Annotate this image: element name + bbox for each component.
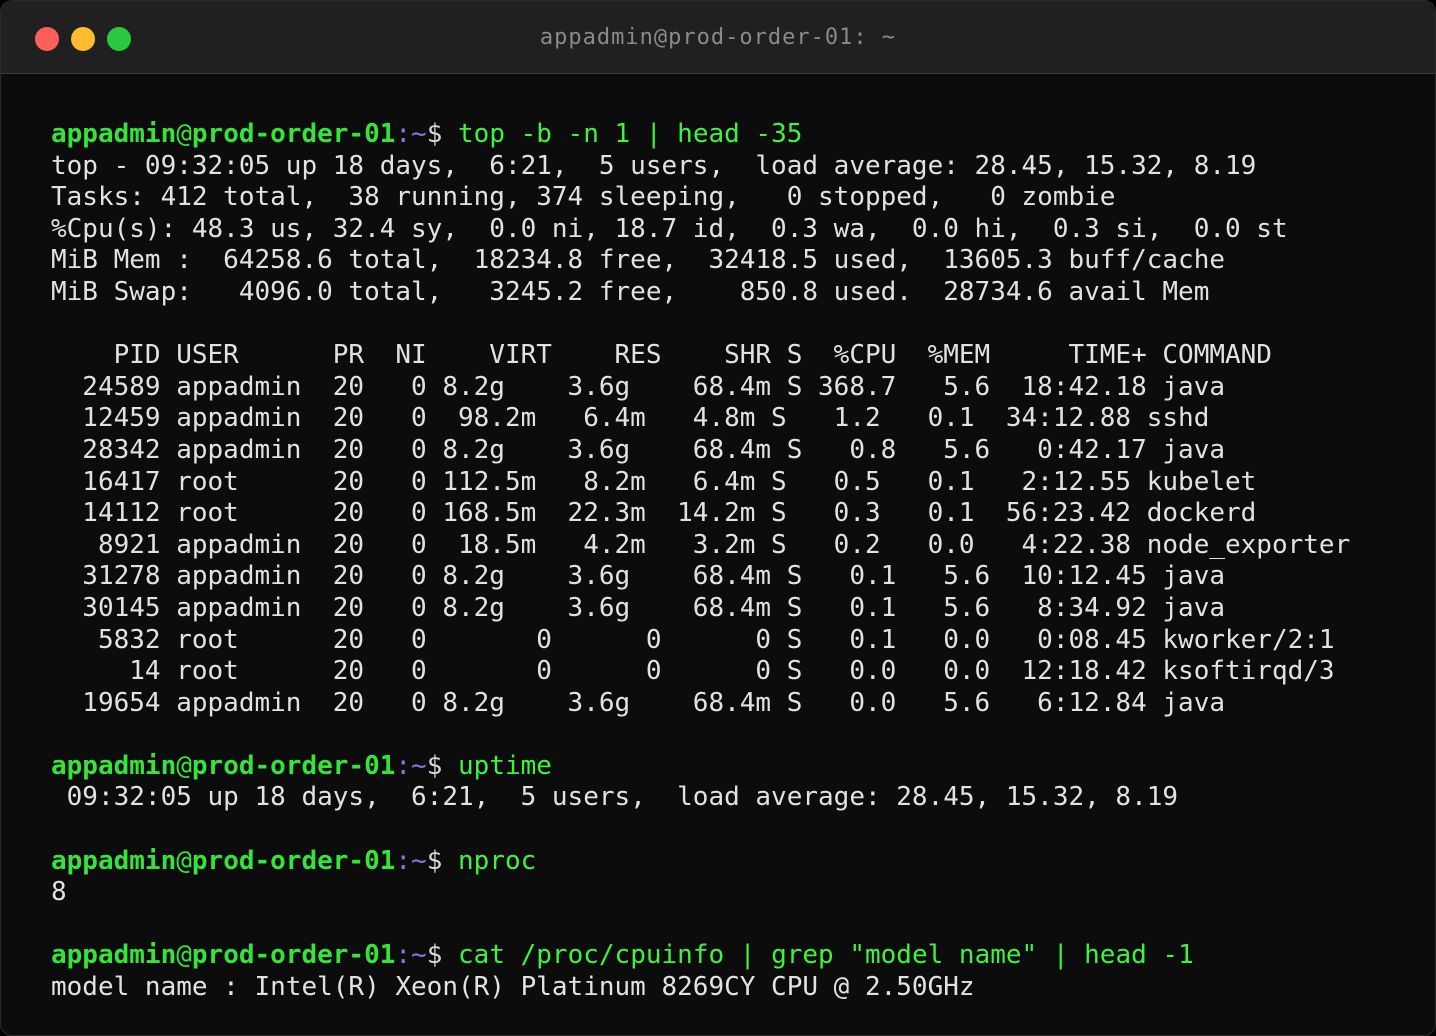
output-line: 14112 root 20 0 168.5m 22.3m 14.2m S 0.3… [51,498,1257,529]
command-text: nproc [458,845,537,876]
output-line: Tasks: 412 total, 38 running, 374 sleepi… [51,182,1116,213]
prompt-host: prod-order-01 [191,845,396,876]
output-line: model name : Intel(R) Xeon(R) Platinum 8… [51,972,975,1003]
output-line: MiB Mem : 64258.6 total, 18234.8 free, 3… [51,245,1225,276]
output-line: 12459 appadmin 20 0 98.2m 6.4m 4.8m S 1.… [51,403,1210,434]
command-text: cat /proc/cpuinfo | grep "model name" | … [458,940,1194,971]
output-line: 31278 appadmin 20 0 8.2g 3.6g 68.4m S 0.… [51,561,1225,592]
output-line: top - 09:32:05 up 18 days, 6:21, 5 users… [51,150,1257,181]
command-text: uptime [458,750,552,781]
output-line: 28342 appadmin 20 0 8.2g 3.6g 68.4m S 0.… [51,434,1225,465]
terminal-window: appadmin@prod-order-01: ~ appadmin@prod-… [0,0,1436,1036]
prompt-at: @ [176,119,192,149]
title-bar: appadmin@prod-order-01: ~ [1,1,1435,74]
prompt-line: appadmin@prod-order-01:~$ top -b -n 1 | … [51,119,1350,151]
prompt-path: :~ [395,750,427,781]
prompt-host: prod-order-01 [191,940,396,971]
prompt-path: :~ [395,940,427,971]
prompt-dollar: $ [426,750,459,781]
output-line: PID USER PR NI VIRT RES SHR S %CPU %MEM … [51,340,1272,371]
prompt-path: :~ [395,845,427,876]
prompt-at: @ [176,940,192,971]
prompt-host: prod-order-01 [191,119,396,149]
output-line: 09:32:05 up 18 days, 6:21, 5 users, load… [51,782,1179,813]
window-title: appadmin@prod-order-01: ~ [539,25,897,50]
output-line: %Cpu(s): 48.3 us, 32.4 sy, 0.0 ni, 18.7 … [51,213,1288,244]
prompt-dollar: $ [426,940,459,971]
command-text: top -b -n 1 | head -35 [458,119,803,149]
output-line: 19654 appadmin 20 0 8.2g 3.6g 68.4m S 0.… [51,687,1225,718]
output-line: 30145 appadmin 20 0 8.2g 3.6g 68.4m S 0.… [51,592,1225,623]
prompt-dollar: $ [426,845,459,876]
prompt-line: appadmin@prod-order-01:~$ uptime [51,751,1350,783]
prompt-line: appadmin@prod-order-01:~$ cat /proc/cpui… [51,940,1350,972]
output-line: 14 root 20 0 0 0 0 S 0.0 0.0 12:18.42 ks… [51,656,1335,687]
prompt-dollar: $ [426,119,459,149]
prompt-user: appadmin [51,845,177,876]
terminal-output[interactable]: appadmin@prod-order-01:~$ top -b -n 1 | … [51,119,1350,1004]
prompt-at: @ [176,845,192,876]
prompt-host: prod-order-01 [191,750,396,781]
output-line: 16417 root 20 0 112.5m 8.2m 6.4m S 0.5 0… [51,466,1257,497]
prompt-user: appadmin [51,940,177,971]
output-line: 24589 appadmin 20 0 8.2g 3.6g 68.4m S 36… [51,371,1225,402]
prompt-user: appadmin [51,119,177,149]
prompt-user: appadmin [51,750,177,781]
prompt-path: :~ [395,119,427,149]
output-line: 8921 appadmin 20 0 18.5m 4.2m 3.2m S 0.2… [51,529,1351,560]
output-line: 8 [51,877,67,908]
output-line: 5832 root 20 0 0 0 0 S 0.1 0.0 0:08.45 k… [51,624,1335,655]
prompt-at: @ [176,750,192,781]
output-line: MiB Swap: 4096.0 total, 3245.2 free, 850… [51,276,1210,307]
prompt-line: appadmin@prod-order-01:~$ nproc [51,846,1350,878]
